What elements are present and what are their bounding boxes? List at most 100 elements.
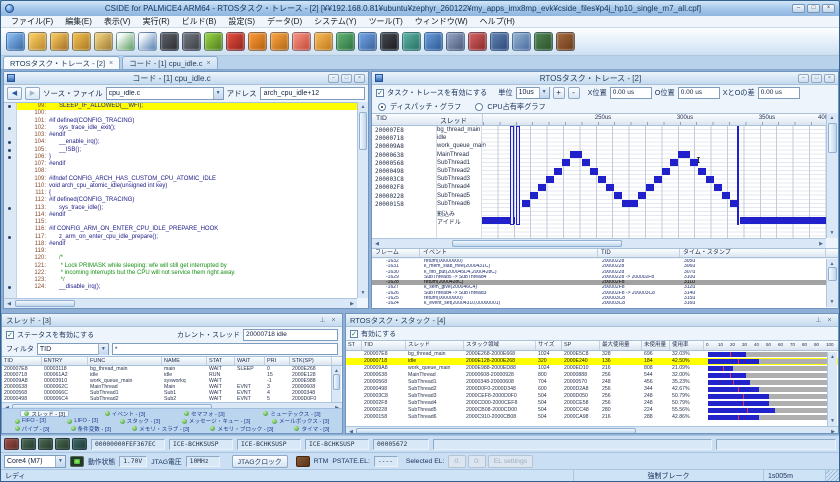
close-icon[interactable]: × bbox=[825, 316, 834, 325]
thread-column-header[interactable]: TID bbox=[2, 357, 42, 365]
code-editor[interactable]: 99: SLEEP_IF_ALLOWED(__WFI);100:101:#if … bbox=[4, 102, 357, 298]
close-button[interactable]: × bbox=[822, 4, 835, 13]
cpu-graph-radio[interactable] bbox=[475, 103, 483, 111]
config-view-icon[interactable] bbox=[556, 32, 575, 51]
stack-column-header[interactable]: 未使用量 bbox=[642, 341, 670, 350]
address-input[interactable]: arch_cpu_idle+12 bbox=[260, 87, 365, 100]
panel-tab[interactable]: メモリ・スラブ - [3] bbox=[129, 425, 192, 432]
code-line[interactable]: 102: sys_trace_idle_exit(); bbox=[17, 125, 357, 132]
panel-tab[interactable]: メッセージ・キュー - [3] bbox=[179, 418, 253, 425]
stop-icon[interactable] bbox=[226, 32, 245, 51]
io-view-icon[interactable] bbox=[534, 32, 553, 51]
pin-icon[interactable] bbox=[318, 316, 327, 325]
breakpoint-marker[interactable] bbox=[8, 236, 11, 239]
selected-el-button[interactable]: 0: bbox=[448, 455, 466, 468]
code-line[interactable]: 99: SLEEP_IF_ALLOWED(__WFI); bbox=[17, 103, 357, 110]
dispatch-graph-plot[interactable]: I bbox=[482, 126, 826, 238]
trace-graph-body[interactable]: 200007E8bg_thread_main20000718idle200009… bbox=[372, 126, 826, 238]
pin-icon[interactable] bbox=[814, 316, 823, 325]
stack-row[interactable]: 20000158SubThread62000C910-2000CB0850420… bbox=[346, 414, 838, 421]
tab-rtos-trace[interactable]: RTOSタスク・トレース - [2]× bbox=[3, 56, 120, 69]
scroll-down-icon[interactable]: ▼ bbox=[358, 288, 368, 298]
event-table[interactable]: -1632return(00000000)20000228305u-1631k_… bbox=[372, 259, 826, 308]
thread-table-header[interactable]: TIDENTRYFUNCNAMESTATWAITPRISTK(SP) bbox=[2, 356, 342, 366]
code-line[interactable]: 105: __ISB(); bbox=[17, 147, 357, 154]
stack-horizontal-scrollbar[interactable]: ◀ ▶ bbox=[346, 426, 838, 434]
scroll-down-icon[interactable]: ▼ bbox=[827, 297, 837, 307]
event-column-header[interactable]: フレーム bbox=[372, 249, 420, 257]
menu-item[interactable]: システム(Y) bbox=[308, 16, 362, 28]
stack-column-header[interactable]: サイズ bbox=[536, 341, 562, 350]
trace-graph-header[interactable]: TID スレッド 250us300us350us400 bbox=[372, 113, 838, 126]
thread-column-header[interactable]: STK(SP) bbox=[290, 357, 332, 365]
filter-key-combo[interactable]: TID ▼ bbox=[37, 343, 109, 355]
trace-minimize-button[interactable]: – bbox=[798, 74, 809, 83]
stack-column-header[interactable]: スタック領域 bbox=[464, 341, 536, 350]
reset-icon[interactable] bbox=[248, 32, 267, 51]
panel-tab[interactable]: 条件変数 - [3] bbox=[68, 425, 115, 432]
menu-item[interactable]: 実行(R) bbox=[137, 16, 176, 28]
menu-item[interactable]: 表示(V) bbox=[98, 16, 137, 28]
menu-item[interactable]: ウィンドウ(W) bbox=[409, 16, 474, 28]
menu-item[interactable]: 設定(S) bbox=[222, 16, 261, 28]
code-line[interactable]: 117: z_arm_on_enter_cpu_idle_prepare(); bbox=[17, 234, 357, 241]
stack-row[interactable]: 20000718idle2000E128-2000E2683202000E240… bbox=[346, 358, 838, 365]
breakpoint-marker[interactable] bbox=[8, 156, 11, 159]
chevron-down-icon[interactable]: ▼ bbox=[98, 344, 108, 355]
watch-view-icon[interactable] bbox=[490, 32, 509, 51]
stack-row[interactable]: 20000498SubThread22000D0F0-2000D34860020… bbox=[346, 386, 838, 393]
panel-tab[interactable]: ミューテックス - [3] bbox=[260, 410, 323, 417]
panel-tab[interactable]: LIFO - [3] bbox=[64, 418, 101, 425]
trace-enable-checkbox[interactable]: ✓ bbox=[376, 89, 384, 97]
step-icon[interactable] bbox=[314, 32, 333, 51]
text-file-icon[interactable] bbox=[138, 32, 157, 51]
graph-horizontal-scrollbar[interactable]: ◀ ▶ bbox=[372, 238, 826, 248]
trace-close-button[interactable]: × bbox=[824, 74, 835, 83]
scroll-down-icon[interactable]: ▼ bbox=[828, 416, 837, 426]
close-icon[interactable]: × bbox=[207, 60, 211, 67]
source-file-combo[interactable]: cpu_idle.c ▼ bbox=[106, 87, 224, 100]
trace-maximize-button[interactable]: □ bbox=[811, 74, 822, 83]
restart-icon[interactable] bbox=[270, 32, 289, 51]
titlebar[interactable]: CSIDE for PALMiCE4 ARM64 - RTOSタスク・トレース … bbox=[1, 1, 839, 16]
panel-tab[interactable]: パイプ - [3] bbox=[12, 425, 53, 432]
code-line[interactable]: 113: sys_trace_idle(); bbox=[17, 205, 357, 212]
breakpoint-marker[interactable] bbox=[8, 127, 11, 130]
code-minimize-button[interactable]: – bbox=[328, 74, 339, 83]
stack-row[interactable]: 20000638MainThread20000608-2000092880020… bbox=[346, 372, 838, 379]
go-symbol-icon[interactable] bbox=[336, 32, 355, 51]
menu-item[interactable]: ビルド(B) bbox=[176, 16, 223, 28]
code-margin[interactable] bbox=[4, 103, 17, 298]
code-line[interactable]: 110:void arch_cpu_atomic_idle(unsigned i… bbox=[17, 183, 357, 190]
menu-item[interactable]: データ(D) bbox=[261, 16, 308, 28]
xpos-field[interactable]: 0.00 us bbox=[610, 87, 652, 99]
panel-tab[interactable]: スタック - [3] bbox=[117, 418, 164, 425]
resize-grip[interactable] bbox=[826, 470, 839, 482]
stack-row[interactable]: 200002F8SubThread42000CD00-2000CEF850420… bbox=[346, 400, 838, 407]
thread-column-header[interactable]: WAIT bbox=[235, 357, 265, 365]
code-line[interactable]: 124: __disable_irq(); bbox=[17, 284, 357, 291]
open-folder-icon[interactable] bbox=[72, 32, 91, 51]
code-line[interactable]: 101:#if defined(CONFIG_TRACING) bbox=[17, 118, 357, 125]
scroll-left-icon[interactable]: ◀ bbox=[4, 299, 14, 309]
stack-row[interactable]: 20000568SubThread120000348-2000060870420… bbox=[346, 379, 838, 386]
code-horizontal-scrollbar[interactable]: ◀ ▶ bbox=[4, 298, 357, 308]
stack-column-header[interactable]: 使用率 bbox=[670, 341, 704, 350]
target-connect-icon[interactable] bbox=[6, 32, 25, 51]
scroll-down-icon[interactable]: ▼ bbox=[827, 228, 837, 238]
code-line[interactable]: 120: /* bbox=[17, 255, 357, 262]
code-maximize-button[interactable]: □ bbox=[341, 74, 352, 83]
stack-table-header[interactable]: STTIDスレッドスタック領域サイズSP最大使用量未使用量使用率01020304… bbox=[346, 340, 838, 351]
scroll-right-icon[interactable]: ▶ bbox=[347, 299, 357, 309]
code-line[interactable]: 112:#if defined(CONFIG_TRACING) bbox=[17, 197, 357, 204]
code-line[interactable]: 106:} bbox=[17, 154, 357, 161]
register-view-icon[interactable] bbox=[446, 32, 465, 51]
code-line[interactable]: 123: */ bbox=[17, 277, 357, 284]
memory-view-icon[interactable] bbox=[424, 32, 443, 51]
thread-column-header[interactable]: NAME bbox=[162, 357, 207, 365]
event-vertical-scrollbar[interactable]: ▲ ▼ bbox=[826, 259, 838, 307]
break-icon[interactable] bbox=[292, 32, 311, 51]
code-close-button[interactable]: × bbox=[354, 74, 365, 83]
panel-tab[interactable]: メモリ・ブロック - [3] bbox=[207, 425, 276, 432]
close-icon[interactable]: × bbox=[329, 316, 338, 325]
